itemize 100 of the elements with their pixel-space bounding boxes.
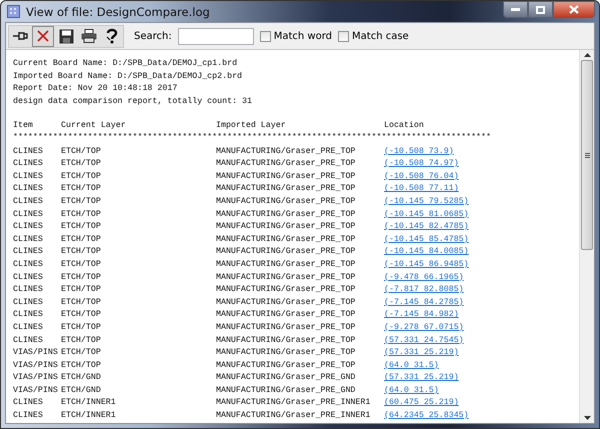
- table-cell-text: ETCH/GND: [61, 372, 102, 384]
- table-cell-text: MANUFACTURING/Graser_PRE_TOP: [216, 347, 356, 360]
- table-cell-text: CLINES: [13, 221, 44, 234]
- report-line: Report Date: Nov 20 10:48:18 2017: [13, 83, 178, 95]
- location-link[interactable]: (-10.508 77.11): [384, 184, 459, 194]
- table-cell-text: ETCH/TOP: [61, 221, 102, 234]
- location-link[interactable]: (-10.145 86.9485): [384, 260, 469, 269]
- table-cell-text: ETCH/TOP: [61, 360, 102, 372]
- location-link[interactable]: (-7.145 84.2785): [384, 298, 464, 307]
- minimize-icon: [511, 8, 520, 11]
- table-cell-text: CLINES: [13, 170, 44, 183]
- table-cell-text: CLINES: [13, 158, 44, 170]
- location-link[interactable]: (57.331 25.219): [384, 348, 459, 358]
- table-cell-text: ETCH/INNER1: [61, 397, 117, 410]
- table-cell-text: MANUFACTURING/Graser_PRE_TOP: [216, 272, 356, 284]
- table-cell-text: MANUFACTURING/Graser_PRE_TOP: [216, 322, 356, 334]
- table-cell-text: CLINES: [13, 234, 44, 246]
- table-cell-text: MANUFACTURING/Graser_PRE_TOP: [216, 334, 356, 346]
- table-cell-text: ETCH/TOP: [61, 284, 102, 296]
- window-title: View of file: DesignCompare.log: [26, 4, 211, 18]
- location-link[interactable]: (57.331 24.7545): [384, 336, 464, 344]
- close-button[interactable]: [553, 1, 595, 18]
- report-line: design data comparison report, totally count: 31: [13, 96, 253, 108]
- search-field[interactable]: [178, 28, 254, 44]
- location-link[interactable]: (64.0 31.5): [384, 360, 439, 370]
- table-cell-text: CLINES: [13, 272, 44, 284]
- location-link[interactable]: (57.331 25.219): [384, 373, 459, 382]
- table-cell-text: MANUFACTURING/Graser_PRE_TOP: [216, 296, 356, 309]
- table-cell-text: CLINES: [13, 410, 44, 422]
- table-cell-text: MANUFACTURING/Graser_PRE_TOP: [216, 246, 356, 258]
- table-cell-text: VIAS/PINS: [13, 384, 59, 397]
- location-link[interactable]: (64.0 31.5): [384, 386, 439, 395]
- table-cell-text: MANUFACTURING/Graser_PRE_TOP: [216, 234, 356, 246]
- location-link[interactable]: (64.2345 25.8345): [384, 411, 469, 420]
- column-header: Imported Layer: [216, 120, 287, 132]
- table-cell-text: CLINES: [13, 196, 44, 208]
- location-link[interactable]: (-10.145 85.4785): [384, 234, 469, 244]
- table-cell-text: VIAS/PINS: [13, 372, 59, 384]
- separator-line: ************************************************************************************************: [13, 132, 492, 143]
- location-link[interactable]: (60.475 25.219): [384, 398, 459, 408]
- report-line: Current Board Name: D:/SPB_Data/DEMOJ_cp1.brd: [13, 58, 238, 70]
- checkbox-label: Match case: [352, 30, 409, 42]
- table-cell-text: VIAS/PINS: [13, 360, 59, 372]
- table-cell-text: ETCH/TOP: [61, 246, 102, 258]
- table-cell-text: CLINES: [13, 309, 44, 322]
- table-cell-text: MANUFACTURING/Graser_PRE_TOP: [216, 196, 356, 208]
- table-cell-text: ETCH/INNER1: [61, 410, 117, 422]
- table-cell-text: CLINES: [13, 334, 44, 346]
- location-link[interactable]: (-10.145 82.4785): [384, 222, 469, 232]
- close-icon: [569, 5, 579, 14]
- location-link[interactable]: (-10.508 74.97): [384, 159, 459, 168]
- location-link[interactable]: (-10.508 76.04): [384, 172, 459, 181]
- table-cell-text: MANUFACTURING/Graser_PRE_TOP: [216, 258, 356, 271]
- scroll-up-icon[interactable]: [584, 53, 590, 57]
- table-cell-text: CLINES: [13, 246, 44, 258]
- location-link[interactable]: (-9.478 66.1965): [384, 272, 464, 282]
- checkbox[interactable]: [338, 30, 350, 42]
- table-cell-text: CLINES: [13, 397, 44, 410]
- table-cell-text: CLINES: [13, 146, 44, 158]
- column-header: Current Layer: [61, 120, 127, 132]
- table-cell-text: MANUFACTURING/Graser_PRE_TOP: [216, 360, 356, 372]
- table-cell-text: MANUFACTURING/Graser_PRE_TOP: [216, 158, 356, 170]
- table-cell-text: MANUFACTURING/Graser_PRE_INNER1: [216, 397, 372, 410]
- column-header: Item: [13, 120, 34, 132]
- table-cell-text: MANUFACTURING/Graser_PRE_TOP: [216, 309, 356, 322]
- maximize-button[interactable]: [528, 1, 553, 18]
- table-cell-text: MANUFACTURING/Graser_PRE_TOP: [216, 183, 356, 196]
- location-link[interactable]: (-10.508 73.9): [384, 146, 454, 156]
- table-cell-text: ETCH/TOP: [61, 322, 102, 334]
- location-link[interactable]: (-10.145 79.5285): [384, 196, 469, 206]
- table-cell-text: MANUFACTURING/Graser_PRE_GND: [216, 384, 356, 397]
- table-cell-text: ETCH/TOP: [61, 258, 102, 271]
- search-label: Search:: [134, 30, 172, 42]
- table-cell-text: CLINES: [13, 183, 44, 196]
- location-link[interactable]: (-7.145 84.982): [384, 310, 459, 320]
- location-link[interactable]: (-10.145 81.0685): [384, 210, 469, 219]
- table-cell-text: MANUFACTURING/Graser_PRE_TOP: [216, 208, 356, 221]
- table-cell-text: ETCH/TOP: [61, 296, 102, 309]
- close-icon[interactable]: [32, 26, 54, 46]
- minimize-button[interactable]: [503, 1, 528, 18]
- location-link[interactable]: (-10.145 84.0085): [384, 247, 469, 256]
- report-line: Imported Board Name: D:/SPB_Data/DEMOJ_cp2.brd: [13, 70, 244, 82]
- location-link[interactable]: (-7.817 82.8085): [384, 285, 464, 294]
- table-cell-text: CLINES: [13, 208, 44, 221]
- table-cell-text: ETCH/TOP: [61, 334, 102, 346]
- table-cell-text: ETCH/TOP: [61, 208, 102, 221]
- table-cell-text: CLINES: [13, 284, 44, 296]
- location-link[interactable]: (-9.278 67.0715): [384, 322, 464, 332]
- checkbox-label: Match word: [274, 30, 332, 42]
- table-cell-text: ETCH/TOP: [61, 158, 102, 170]
- scroll-thumb[interactable]: [581, 60, 593, 250]
- checkbox[interactable]: [260, 30, 271, 42]
- vertical-scrollbar[interactable]: [579, 50, 594, 423]
- maximize-icon: [536, 6, 545, 14]
- table-cell-text: MANUFACTURING/Graser_PRE_TOP: [216, 170, 356, 183]
- table-cell-text: CLINES: [13, 322, 44, 334]
- table-cell-text: ETCH/TOP: [61, 183, 102, 196]
- column-header: Location: [384, 120, 425, 132]
- scroll-down-icon[interactable]: [584, 416, 590, 420]
- table-cell-text: MANUFACTURING/Graser_PRE_INNER1: [216, 410, 372, 422]
